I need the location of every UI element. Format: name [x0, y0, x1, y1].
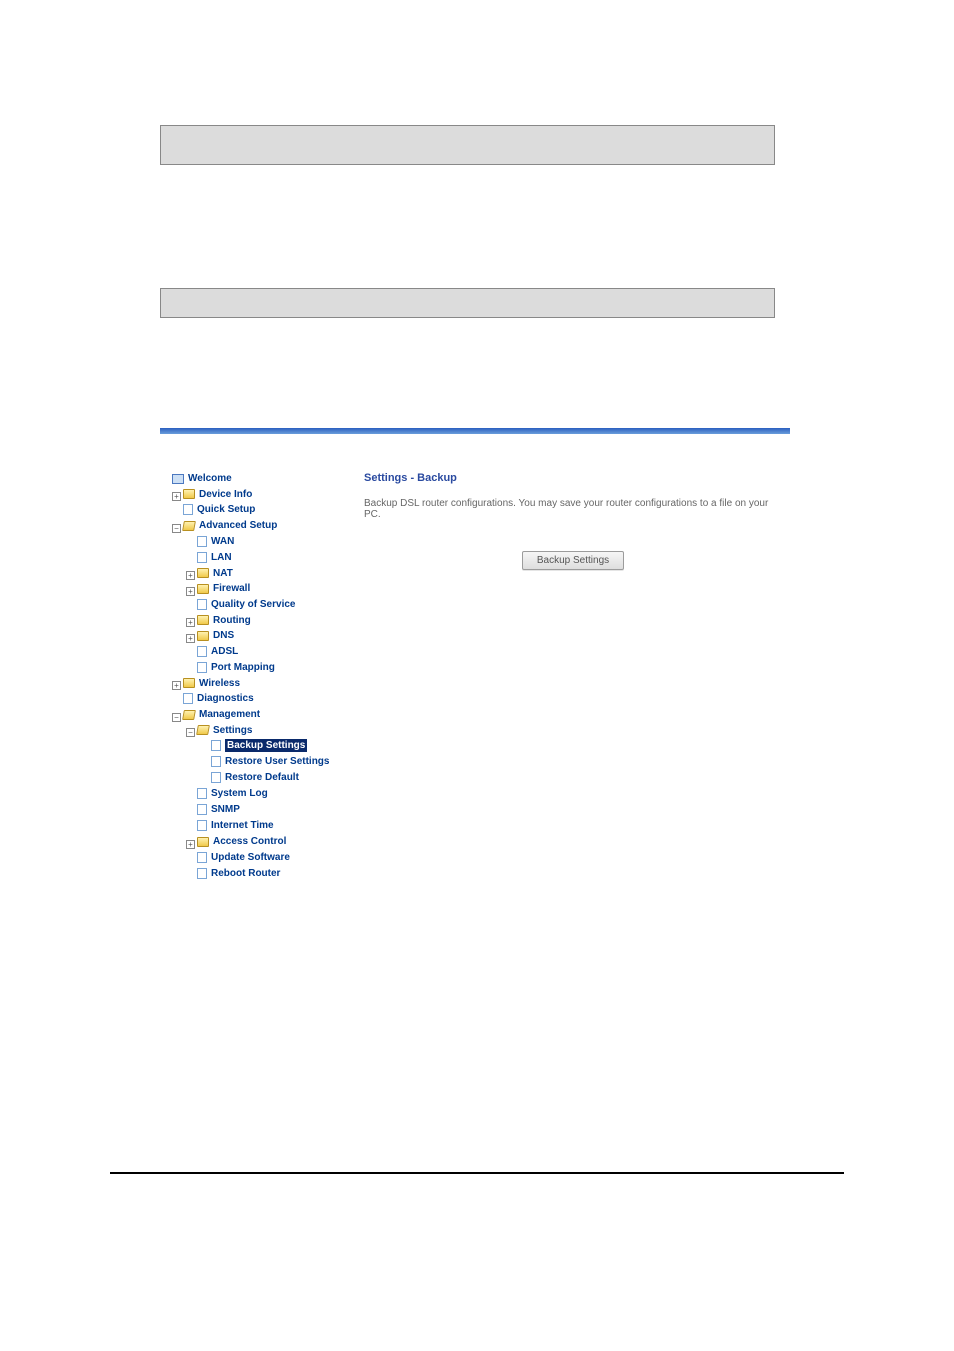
- nav-firewall[interactable]: Firewall: [197, 582, 250, 595]
- router-admin-screenshot: Welcome + Device Info Quick Setup − Advanc…: [160, 428, 790, 783]
- nav-label: Advanced Setup: [199, 519, 277, 532]
- page-icon: [197, 852, 207, 863]
- nav-restore-user-settings[interactable]: Restore User Settings: [211, 755, 329, 768]
- folder-open-icon: [196, 725, 210, 735]
- nav-label: Diagnostics: [197, 692, 254, 705]
- page-icon: [197, 804, 207, 815]
- page-icon: [197, 868, 207, 879]
- nav-restore-default[interactable]: Restore Default: [211, 771, 299, 784]
- page-icon: [197, 552, 207, 563]
- nav-label: Quality of Service: [211, 598, 295, 611]
- page-icon: [211, 740, 221, 751]
- page-icon: [183, 504, 193, 515]
- nav-label: DNS: [213, 629, 234, 642]
- nav-routing[interactable]: Routing: [197, 614, 251, 627]
- nav-backup-settings[interactable]: Backup Settings: [211, 739, 307, 752]
- page-icon: [211, 756, 221, 767]
- expand-icon[interactable]: +: [186, 587, 195, 596]
- nav-label: Restore Default: [225, 771, 299, 784]
- page-description: Backup DSL router configurations. You ma…: [364, 498, 782, 520]
- page-icon: [197, 646, 207, 657]
- folder-icon: [197, 631, 209, 641]
- nav-wan[interactable]: WAN: [197, 535, 234, 548]
- nav-label: Restore User Settings: [225, 755, 329, 768]
- expand-icon[interactable]: +: [172, 492, 181, 501]
- nav-label: Wireless: [199, 677, 240, 690]
- nav-adsl[interactable]: ADSL: [197, 645, 238, 658]
- main-content: Settings - Backup Backup DSL router conf…: [350, 472, 790, 883]
- collapse-icon[interactable]: −: [172, 713, 181, 722]
- nav-dns[interactable]: DNS: [197, 629, 234, 642]
- nav-label: Management: [199, 708, 260, 721]
- nav-nat[interactable]: NAT: [197, 567, 233, 580]
- page-icon: [197, 662, 207, 673]
- nav-label: Reboot Router: [211, 867, 280, 880]
- header-placeholder-box: [160, 125, 775, 165]
- folder-open-icon: [182, 521, 196, 531]
- expand-icon[interactable]: +: [186, 618, 195, 627]
- nav-device-info[interactable]: Device Info: [183, 488, 252, 501]
- nav-label: Internet Time: [211, 819, 274, 832]
- nav-advanced-setup[interactable]: Advanced Setup: [183, 519, 277, 532]
- page-icon: [211, 772, 221, 783]
- nav-diagnostics[interactable]: Diagnostics: [183, 692, 254, 705]
- nav-label: System Log: [211, 787, 268, 800]
- folder-icon: [197, 615, 209, 625]
- subheader-placeholder-box: [160, 288, 775, 318]
- page-icon: [197, 599, 207, 610]
- nav-snmp[interactable]: SNMP: [197, 803, 240, 816]
- page-title: Settings - Backup: [364, 472, 782, 484]
- folder-icon: [197, 568, 209, 578]
- nav-settings[interactable]: Settings: [197, 724, 252, 737]
- nav-port-mapping[interactable]: Port Mapping: [197, 661, 275, 674]
- nav-label: Firewall: [213, 582, 250, 595]
- backup-settings-button[interactable]: Backup Settings: [522, 551, 624, 570]
- page-icon: [183, 693, 193, 704]
- nav-label: LAN: [211, 551, 232, 564]
- nav-system-log[interactable]: System Log: [197, 787, 268, 800]
- nav-label: Update Software: [211, 851, 290, 864]
- nav-qos[interactable]: Quality of Service: [197, 598, 295, 611]
- nav-welcome[interactable]: Welcome: [172, 472, 232, 485]
- page-icon: [197, 536, 207, 547]
- nav-reboot-router[interactable]: Reboot Router: [197, 867, 280, 880]
- folder-icon: [183, 489, 195, 499]
- nav-internet-time[interactable]: Internet Time: [197, 819, 274, 832]
- collapse-icon[interactable]: −: [186, 728, 195, 737]
- nav-label: Device Info: [199, 488, 252, 501]
- nav-update-software[interactable]: Update Software: [197, 851, 290, 864]
- page-icon: [197, 820, 207, 831]
- expand-icon[interactable]: +: [186, 634, 195, 643]
- nav-lan[interactable]: LAN: [197, 551, 232, 564]
- nav-access-control[interactable]: Access Control: [197, 835, 286, 848]
- expand-icon[interactable]: +: [172, 681, 181, 690]
- nav-label: Access Control: [213, 835, 286, 848]
- collapse-icon[interactable]: −: [172, 524, 181, 533]
- nav-label: NAT: [213, 567, 233, 580]
- nav-label: Routing: [213, 614, 251, 627]
- nav-management[interactable]: Management: [183, 708, 260, 721]
- folder-icon: [197, 584, 209, 594]
- expand-icon[interactable]: +: [186, 840, 195, 849]
- nav-tree: Welcome + Device Info Quick Setup − Advanc…: [160, 472, 350, 883]
- nav-label: SNMP: [211, 803, 240, 816]
- nav-wireless[interactable]: Wireless: [183, 677, 240, 690]
- nav-label: WAN: [211, 535, 234, 548]
- nav-label: Settings: [213, 724, 252, 737]
- folder-open-icon: [182, 710, 196, 720]
- nav-label-active: Backup Settings: [225, 739, 307, 752]
- computer-icon: [172, 474, 184, 484]
- nav-label: Port Mapping: [211, 661, 275, 674]
- folder-icon: [197, 837, 209, 847]
- expand-icon[interactable]: +: [186, 571, 195, 580]
- folder-icon: [183, 678, 195, 688]
- nav-label: Welcome: [188, 472, 232, 485]
- page-icon: [197, 788, 207, 799]
- nav-label: ADSL: [211, 645, 238, 658]
- nav-label: Quick Setup: [197, 503, 255, 516]
- nav-quick-setup[interactable]: Quick Setup: [183, 503, 255, 516]
- footer-divider: [110, 1172, 844, 1174]
